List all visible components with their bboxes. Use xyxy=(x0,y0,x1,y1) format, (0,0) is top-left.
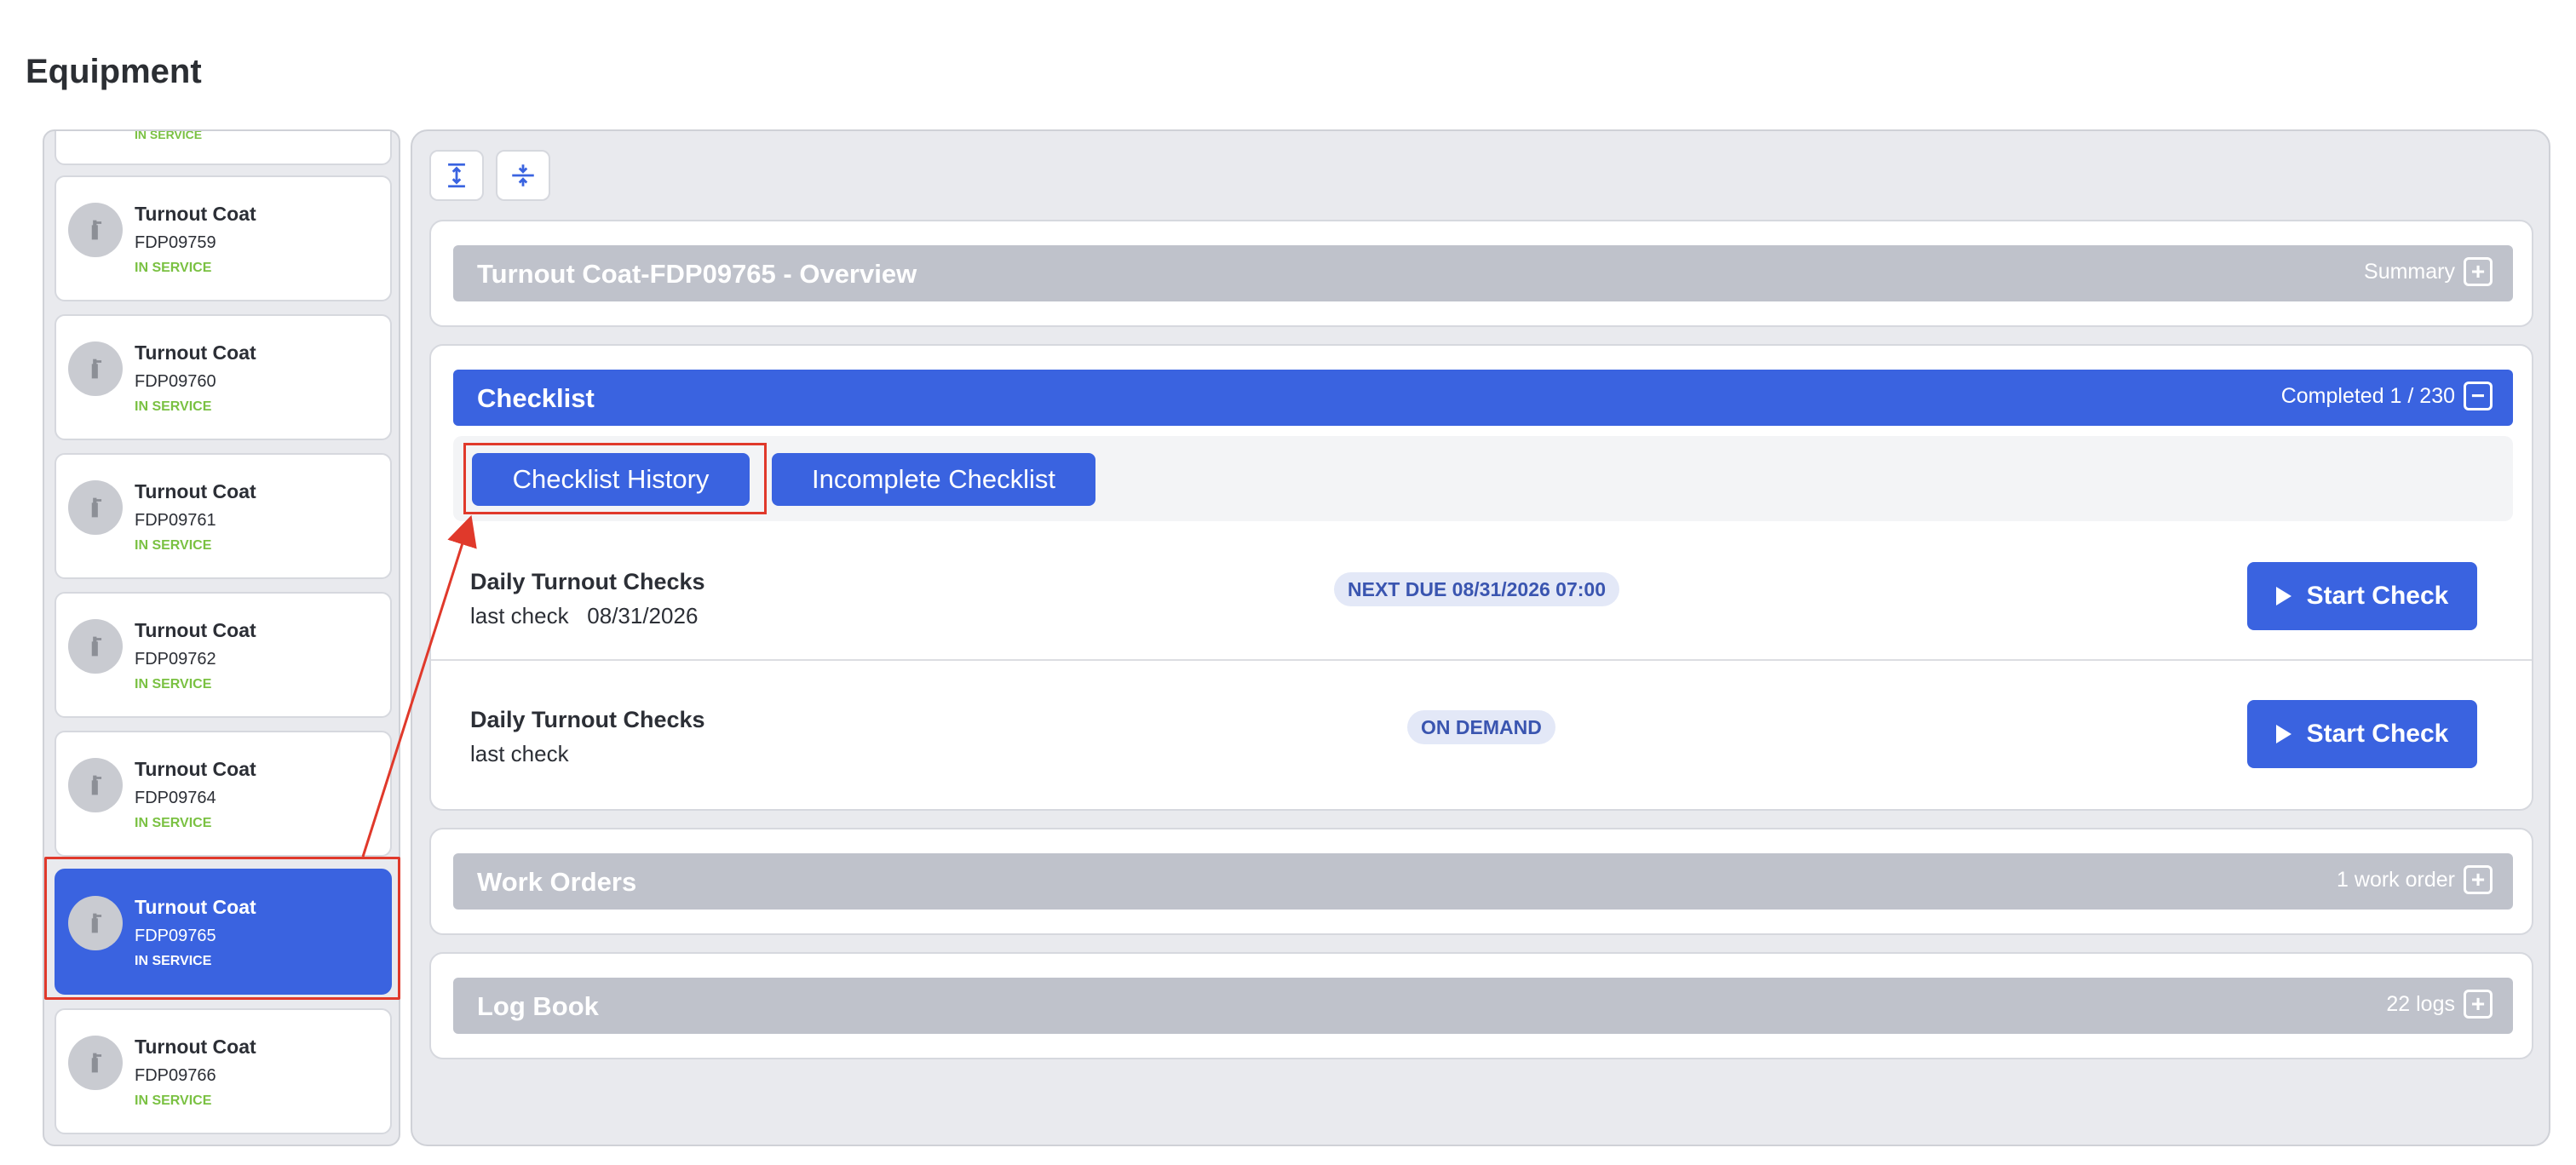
equipment-status: IN SERVICE xyxy=(135,261,212,275)
checklist-progress: Completed 1 / 230 xyxy=(2280,383,2455,408)
work-orders-section: Work Orders 1 work order + xyxy=(429,828,2533,935)
checklist-name: Daily Turnout Checks xyxy=(470,569,705,594)
play-icon xyxy=(2275,725,2291,743)
log-book-title: Log Book xyxy=(477,991,599,1021)
equipment-name: Turnout Coat xyxy=(135,341,256,364)
due-badge: NEXT DUE 08/31/2026 07:00 xyxy=(1334,572,1620,606)
checklist-row: Daily Turnout Checks last check ON DEMAN… xyxy=(431,678,2532,814)
page-title: Equipment xyxy=(26,53,202,90)
fire-extinguisher-icon xyxy=(68,341,123,396)
equipment-name: Turnout Coat xyxy=(135,1036,256,1058)
expand-all-icon xyxy=(448,163,465,188)
equipment-status: IN SERVICE xyxy=(135,129,203,141)
equipment-card[interactable]: Turnout Coat FDP09760 IN SERVICE xyxy=(55,314,392,440)
overview-section: Turnout Coat-FDP09765 - Overview Summary… xyxy=(429,220,2533,327)
work-orders-title: Work Orders xyxy=(477,867,637,897)
equipment-card[interactable]: Turnout Coat FDP09764 IN SERVICE xyxy=(55,731,392,857)
fire-extinguisher-icon xyxy=(68,203,123,257)
equipment-code: FDP09761 xyxy=(135,511,216,530)
work-orders-count: 1 work order xyxy=(2337,867,2455,892)
fire-extinguisher-icon xyxy=(68,480,123,535)
equipment-code: FDP09759 xyxy=(135,233,216,252)
equipment-name: Turnout Coat xyxy=(135,203,256,225)
expand-all-button[interactable] xyxy=(429,150,484,201)
expand-icon[interactable]: + xyxy=(2464,865,2493,894)
selected-highlight-box xyxy=(44,857,400,1000)
equipment-status: IN SERVICE xyxy=(135,816,212,830)
fire-extinguisher-icon xyxy=(68,1036,123,1090)
equipment-card[interactable]: Turnout Coat FDP09759 IN SERVICE xyxy=(55,175,392,301)
checklist-section: Checklist Completed 1 / 230 − Checklist … xyxy=(429,344,2533,811)
equipment-code: FDP09764 xyxy=(135,789,216,807)
equipment-status: IN SERVICE xyxy=(135,1093,212,1108)
checklist-row: Daily Turnout Checks last check 08/31/20… xyxy=(431,540,2532,676)
checklist-header[interactable]: Checklist Completed 1 / 230 − xyxy=(453,370,2513,426)
equipment-card[interactable]: Turnout Coat FDP09761 IN SERVICE xyxy=(55,453,392,579)
overview-title: Turnout Coat-FDP09765 - Overview xyxy=(477,259,917,289)
checklist-history-highlight-box xyxy=(463,443,767,514)
overview-header[interactable]: Turnout Coat-FDP09765 - Overview Summary… xyxy=(453,245,2513,301)
equipment-name: Turnout Coat xyxy=(135,619,256,641)
equipment-card[interactable]: Turnout Coat FDP09762 IN SERVICE xyxy=(55,592,392,718)
equipment-name: Turnout Coat xyxy=(135,480,256,502)
collapse-all-button[interactable] xyxy=(496,150,550,201)
log-book-header[interactable]: Log Book 22 logs + xyxy=(453,978,2513,1034)
play-icon xyxy=(2275,587,2291,605)
equipment-status: IN SERVICE xyxy=(135,538,212,553)
equipment-code: FDP09760 xyxy=(135,372,216,391)
expand-icon[interactable]: + xyxy=(2464,990,2493,1019)
work-orders-header[interactable]: Work Orders 1 work order + xyxy=(453,853,2513,910)
equipment-status: IN SERVICE xyxy=(135,399,212,414)
start-check-label: Start Check xyxy=(2306,720,2449,748)
last-check: last check 08/31/2026 xyxy=(470,603,699,628)
fire-extinguisher-icon xyxy=(68,758,123,812)
equipment-code: FDP09766 xyxy=(135,1066,216,1085)
start-check-label: Start Check xyxy=(2306,582,2449,610)
collapse-all-icon xyxy=(512,164,534,187)
equipment-name: Turnout Coat xyxy=(135,758,256,780)
fire-extinguisher-icon xyxy=(68,619,123,674)
incomplete-checklist-button[interactable]: Incomplete Checklist xyxy=(772,453,1095,506)
log-book-count: 22 logs xyxy=(2386,991,2455,1016)
equipment-code: FDP09762 xyxy=(135,650,216,669)
equipment-detail-panel: Turnout Coat-FDP09765 - Overview Summary… xyxy=(411,129,2550,1146)
start-check-button[interactable]: Start Check xyxy=(2247,700,2477,768)
on-demand-badge: ON DEMAND xyxy=(1407,710,1555,744)
log-book-section: Log Book 22 logs + xyxy=(429,952,2533,1059)
equipment-status: IN SERVICE xyxy=(135,677,212,692)
equipment-card-partial[interactable]: IN SERVICE xyxy=(55,129,392,165)
row-divider xyxy=(431,659,2532,661)
collapse-icon[interactable]: − xyxy=(2464,382,2493,410)
expand-icon[interactable]: + xyxy=(2464,257,2493,286)
start-check-button[interactable]: Start Check xyxy=(2247,562,2477,630)
equipment-card[interactable]: Turnout Coat FDP09766 IN SERVICE xyxy=(55,1008,392,1134)
last-check: last check xyxy=(470,741,569,766)
checklist-title: Checklist xyxy=(477,383,595,413)
checklist-name: Daily Turnout Checks xyxy=(470,707,705,732)
overview-summary-label: Summary xyxy=(2364,259,2455,284)
